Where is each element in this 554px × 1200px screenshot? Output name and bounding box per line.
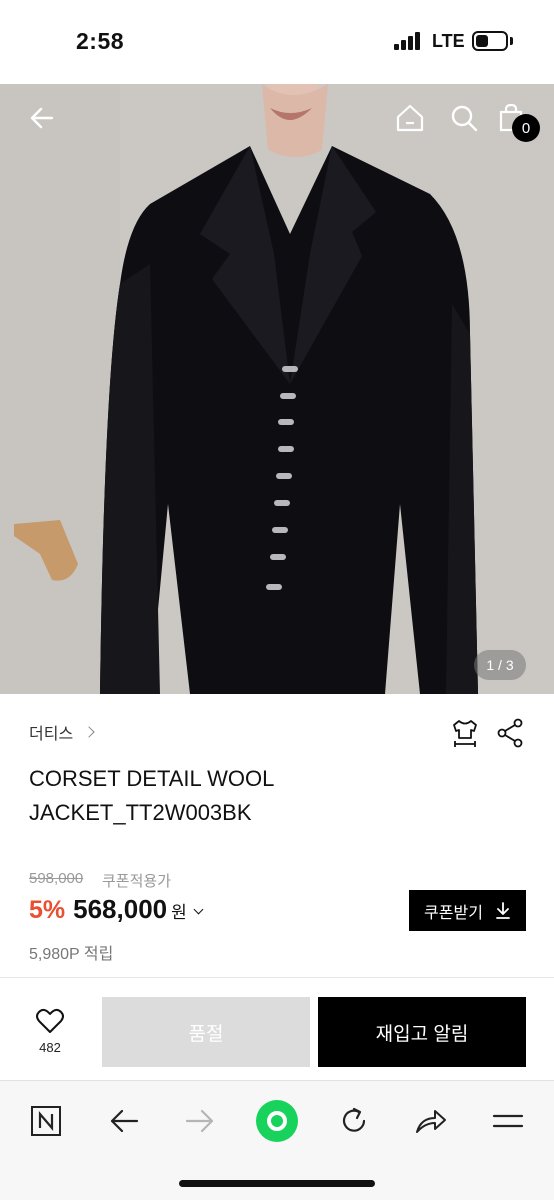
search-icon[interactable] bbox=[448, 102, 480, 134]
network-label: LTE bbox=[432, 31, 465, 51]
download-icon bbox=[496, 901, 510, 919]
status-time: 2:58 bbox=[76, 28, 125, 54]
signal-icon bbox=[394, 32, 422, 50]
product-tools bbox=[450, 718, 524, 753]
home-icon[interactable] bbox=[394, 102, 426, 134]
get-coupon-button[interactable]: 쿠폰받기 bbox=[409, 890, 526, 931]
heart-icon bbox=[36, 1008, 64, 1033]
product-photo bbox=[0, 84, 554, 694]
divider bbox=[0, 977, 554, 978]
discount-rate: 5% bbox=[29, 896, 66, 924]
naver-n-icon[interactable] bbox=[24, 1099, 68, 1143]
soldout-button[interactable]: 품절 bbox=[102, 997, 310, 1067]
currency-label: 원 bbox=[171, 903, 187, 922]
coupon-price-label: 쿠폰적용가 bbox=[102, 873, 172, 890]
like-count: 482 bbox=[39, 1040, 61, 1055]
product-image-carousel[interactable] bbox=[0, 84, 554, 694]
battery-icon bbox=[472, 31, 508, 51]
share-icon[interactable] bbox=[496, 718, 524, 753]
forward-icon[interactable] bbox=[178, 1099, 222, 1143]
refresh-icon[interactable] bbox=[332, 1099, 376, 1143]
coupon-button-label: 쿠폰받기 bbox=[424, 904, 483, 922]
brand-name: 더티스 bbox=[29, 726, 74, 743]
reward-points: 5,980P 적립 bbox=[29, 946, 114, 963]
menu-icon[interactable] bbox=[486, 1099, 530, 1143]
like-button[interactable]: 482 bbox=[28, 1008, 72, 1055]
home-indicator[interactable] bbox=[179, 1180, 375, 1187]
green-home-icon[interactable] bbox=[255, 1099, 299, 1143]
back-arrow-icon[interactable] bbox=[26, 102, 58, 134]
cart-count-badge: 0 bbox=[512, 114, 540, 142]
status-bar: 2:58 LTE bbox=[0, 0, 554, 84]
share-icon[interactable] bbox=[409, 1099, 453, 1143]
back-icon[interactable] bbox=[102, 1099, 146, 1143]
image-pager: 1 / 3 bbox=[474, 650, 526, 680]
restock-alert-button[interactable]: 재입고 알림 bbox=[318, 997, 526, 1067]
price-row[interactable]: 5% 568,000 원 bbox=[29, 894, 204, 925]
chevron-right-icon bbox=[83, 726, 95, 738]
original-price: 598,000 bbox=[29, 870, 84, 887]
sale-price: 568,000 bbox=[73, 894, 168, 924]
size-guide-icon[interactable] bbox=[450, 718, 480, 753]
chevron-down-icon bbox=[193, 904, 204, 915]
product-title: CORSET DETAIL WOOL JACKET_TT2W003BK bbox=[29, 766, 274, 825]
brand-link[interactable]: 더티스 bbox=[29, 720, 95, 744]
